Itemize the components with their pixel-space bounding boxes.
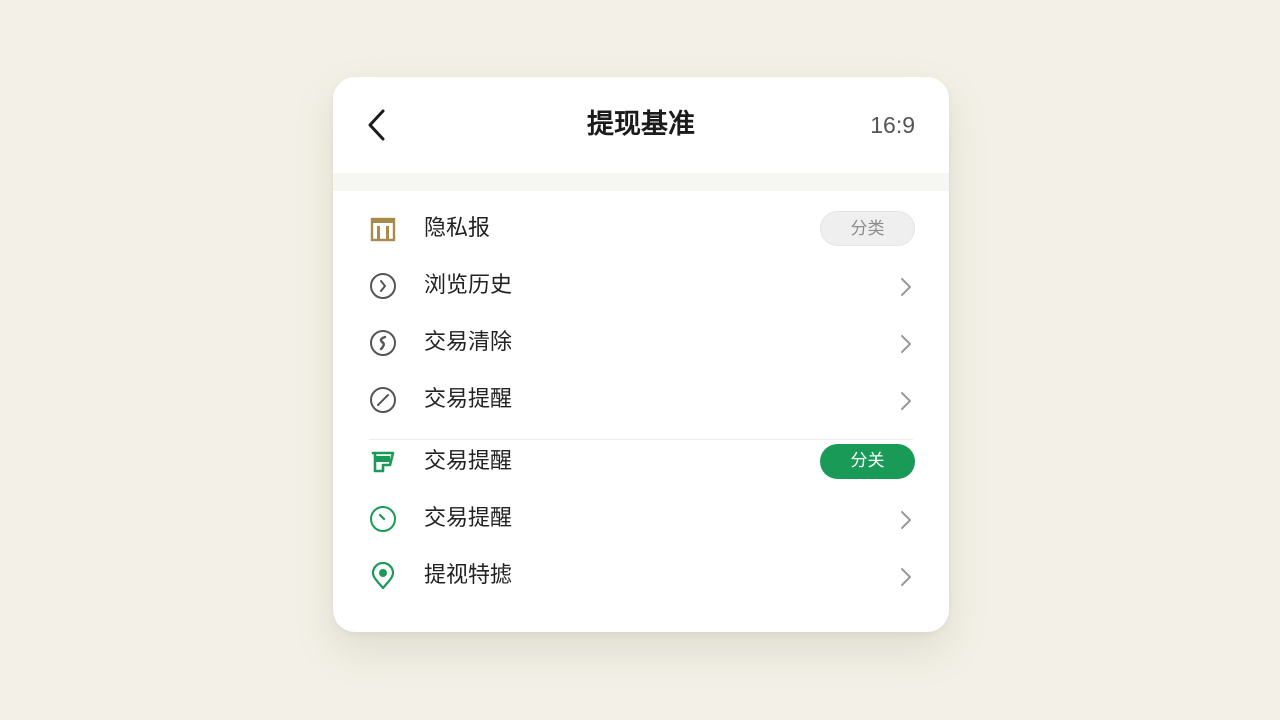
settings-card: 提现基准 16:9 隐私报 分类 浏览历史 交易清除 交易提醒 交易提醒 分关 … <box>333 77 949 632</box>
list-item-label: 交易提醒 <box>424 387 513 412</box>
chevron-circle-icon <box>370 273 396 299</box>
chevron-right-icon <box>901 568 911 586</box>
list-item-label: 隐私报 <box>424 216 491 241</box>
building-icon <box>370 217 396 242</box>
cup-icon <box>371 451 395 473</box>
list-item-transaction-reminder-clock[interactable]: 交易提醒 <box>333 491 949 547</box>
clock-icon <box>370 506 396 532</box>
chevron-right-icon <box>901 392 911 410</box>
chevron-right-icon <box>901 335 911 353</box>
list-item-location-feature[interactable]: 提视特摅 <box>333 548 949 604</box>
chevron-right-icon <box>901 278 911 296</box>
section-separator <box>333 173 949 191</box>
coin-circle-icon <box>370 330 396 356</box>
list-item-transaction-reminder[interactable]: 交易提醒 <box>333 372 949 428</box>
toggle-pill-button[interactable]: 分关 <box>820 444 915 479</box>
list-item-privacy-report[interactable]: 隐私报 分类 <box>333 201 949 257</box>
list-item-label: 交易提醒 <box>424 506 513 531</box>
chevron-right-icon <box>901 511 911 529</box>
list-item-transaction-clear[interactable]: 交易清除 <box>333 315 949 371</box>
list-item-label: 浏览历史 <box>424 273 513 298</box>
header-bar: 提现基准 16:9 <box>333 77 949 173</box>
list-item-label: 提视特摅 <box>424 563 513 588</box>
list-item-transaction-reminder-toggle[interactable]: 交易提醒 分关 <box>333 434 949 490</box>
page-title: 提现基准 <box>587 109 695 140</box>
list-item-browsing-history[interactable]: 浏览历史 <box>333 258 949 314</box>
aspect-ratio-label: 16:9 <box>870 112 915 138</box>
slash-circle-icon <box>370 387 396 413</box>
list-item-label: 交易提醒 <box>424 449 513 474</box>
category-pill-button[interactable]: 分类 <box>820 211 915 246</box>
list-item-label: 交易清除 <box>424 330 513 355</box>
location-pin-icon <box>371 562 395 590</box>
